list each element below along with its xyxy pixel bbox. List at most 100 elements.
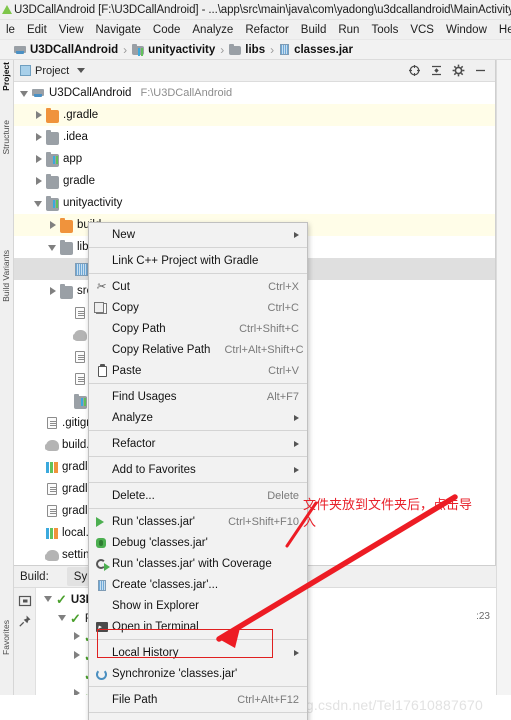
context-menu-item-show-in-explorer[interactable]: Show in Explorer (89, 595, 307, 616)
menubar-item-refactor[interactable]: Refactor (239, 23, 294, 37)
chevron-right-icon[interactable] (32, 104, 46, 126)
chevron-down-icon[interactable] (42, 589, 56, 611)
left-tool-strip: Project Structure Build Variants Favorit… (0, 60, 14, 720)
menubar-item-edit[interactable]: Edit (21, 23, 53, 37)
module-icon (74, 393, 87, 409)
tree-twisty-placeholder (60, 368, 74, 390)
chevron-down-icon[interactable] (77, 68, 86, 73)
context-menu-item-compare-with[interactable]: Compare With...Ctrl+D (89, 715, 307, 720)
menu-item-icon-placeholder (95, 437, 110, 451)
chevron-down-icon[interactable] (56, 608, 70, 630)
context-menu[interactable]: New Link C++ Project with Gradle ✂ Cut Ctrl+… (88, 222, 308, 720)
chevron-right-icon[interactable] (32, 126, 46, 148)
context-menu-item-find-usages[interactable]: Find Usages Alt+F7 (89, 386, 307, 407)
menubar-item-build[interactable]: Build (295, 23, 333, 37)
context-menu-item-add-to-favorites[interactable]: Add to Favorites (89, 459, 307, 480)
right-scrollbar-area[interactable] (496, 60, 511, 695)
context-menu-item-copy-path[interactable]: Copy Path Ctrl+Shift+C (89, 318, 307, 339)
context-menu-item-paste[interactable]: Paste Ctrl+V (89, 360, 307, 381)
menubar-item-code[interactable]: Code (147, 23, 187, 37)
breadcrumb-item-classes-jar[interactable]: classes.jar (279, 44, 353, 56)
module-icon (46, 151, 59, 167)
vtab-favorites[interactable]: Favorites (1, 620, 13, 655)
context-menu-item-local-history[interactable]: Local History (89, 642, 307, 663)
menubar-item-analyze[interactable]: Analyze (186, 23, 239, 37)
project-view-icon (20, 65, 31, 76)
file-icon (47, 417, 57, 429)
chevron-right-icon[interactable] (46, 214, 60, 236)
menubar-item-view[interactable]: View (53, 23, 90, 37)
context-menu-item-link-c-project-with-gradle[interactable]: Link C++ Project with Gradle (89, 250, 307, 271)
context-menu-item-analyze[interactable]: Analyze (89, 407, 307, 428)
menubar-item-navigate[interactable]: Navigate (90, 23, 147, 37)
tree-row[interactable]: unityactivity (14, 192, 495, 214)
project-view-selector[interactable]: Project (20, 65, 86, 77)
locate-icon[interactable] (408, 64, 421, 77)
menu-item-icon-placeholder (95, 489, 110, 503)
context-menu-item-synchronize-classes-jar[interactable]: Synchronize 'classes.jar' (89, 663, 307, 684)
context-menu-item-file-path[interactable]: File Path Ctrl+Alt+F12 (89, 689, 307, 710)
context-menu-item-delete[interactable]: Delete... Delete (89, 485, 307, 506)
tree-twisty-placeholder (60, 390, 74, 412)
chevron-down-icon[interactable] (18, 82, 32, 104)
vtab-build-variants[interactable]: Build Variants (1, 250, 13, 302)
context-menu-item-refactor[interactable]: Refactor (89, 433, 307, 454)
restart-icon[interactable] (18, 594, 32, 608)
tree-row[interactable]: U3DCallAndroid F:\U3DCallAndroid (14, 82, 495, 104)
menubar-item-tools[interactable]: Tools (365, 23, 404, 37)
chevron-down-icon[interactable] (32, 192, 46, 214)
menu-separator (89, 712, 307, 713)
context-menu-item-new[interactable]: New (89, 224, 307, 245)
context-menu-item-debug-classes-jar[interactable]: Debug 'classes.jar' (89, 532, 307, 553)
settings-gear-icon[interactable] (452, 64, 465, 77)
breadcrumb-item-libs[interactable]: libs (229, 44, 265, 56)
context-menu-item-cut[interactable]: ✂ Cut Ctrl+X (89, 276, 307, 297)
hide-tool-window-icon[interactable] (474, 64, 487, 77)
context-menu-item-label: Link C++ Project with Gradle (112, 254, 259, 267)
tree-row[interactable]: app (14, 148, 495, 170)
menubar-item-window[interactable]: Window (440, 23, 493, 37)
breadcrumb-item-unityactivity[interactable]: unityactivity (132, 44, 215, 56)
collapse-all-icon[interactable] (430, 64, 443, 77)
chevron-right-icon[interactable] (46, 280, 60, 302)
context-menu-item-label: File Path (112, 693, 158, 706)
terminal-icon (95, 620, 110, 634)
tree-row[interactable]: gradle (14, 170, 495, 192)
menu-separator (89, 508, 307, 509)
context-menu-item-open-in-terminal[interactable]: Open in Terminal (89, 616, 307, 637)
menubar-item-run[interactable]: Run (332, 23, 365, 37)
context-menu-item-label: Show in Explorer (112, 599, 199, 612)
vtab-structure[interactable]: Structure (1, 120, 13, 155)
context-menu-item-label: New (112, 228, 136, 241)
tree-twisty-placeholder (60, 302, 74, 324)
tree-row[interactable]: .idea (14, 126, 495, 148)
properties-icon (46, 461, 58, 473)
submenu-arrow-icon (294, 649, 299, 656)
context-menu-item-create-classes-jar[interactable]: Create 'classes.jar'... (89, 574, 307, 595)
menu-separator (89, 273, 307, 274)
breadcrumb-item-label: libs (245, 43, 266, 56)
project-icon (14, 44, 26, 56)
menubar-item-le[interactable]: le (0, 23, 21, 37)
breadcrumb-item-u3dcallandroid[interactable]: U3DCallAndroid (14, 44, 118, 56)
context-menu-item-shortcut: Ctrl+Shift+F10 (228, 515, 299, 528)
pin-icon[interactable] (18, 614, 32, 628)
project-icon (32, 87, 45, 100)
context-menu-item-copy-relative-path[interactable]: Copy Relative Path Ctrl+Alt+Shift+C (89, 339, 307, 360)
project-tool-window-actions (408, 64, 495, 77)
chevron-right-icon[interactable] (32, 148, 46, 170)
gradle-file-icon (45, 439, 59, 451)
vtab-project[interactable]: Project (1, 62, 13, 91)
context-menu-item-copy[interactable]: Copy Ctrl+C (89, 297, 307, 318)
submenu-arrow-icon (294, 231, 299, 238)
tree-row[interactable]: .gradle (14, 104, 495, 126)
main-menu-bar: le Edit View Navigate Code Analyze Refactor Bui… (0, 20, 511, 40)
debug-icon (95, 536, 110, 550)
file-icon (47, 483, 57, 495)
menubar-item-help[interactable]: Help (493, 23, 511, 37)
context-menu-item-run-classes-jar-with-coverage[interactable]: Run 'classes.jar' with Coverage (89, 553, 307, 574)
chevron-down-icon[interactable] (46, 236, 60, 258)
chevron-right-icon[interactable] (32, 170, 46, 192)
menubar-item-vcs[interactable]: VCS (404, 23, 440, 37)
context-menu-item-run-classes-jar[interactable]: Run 'classes.jar' Ctrl+Shift+F10 (89, 511, 307, 532)
